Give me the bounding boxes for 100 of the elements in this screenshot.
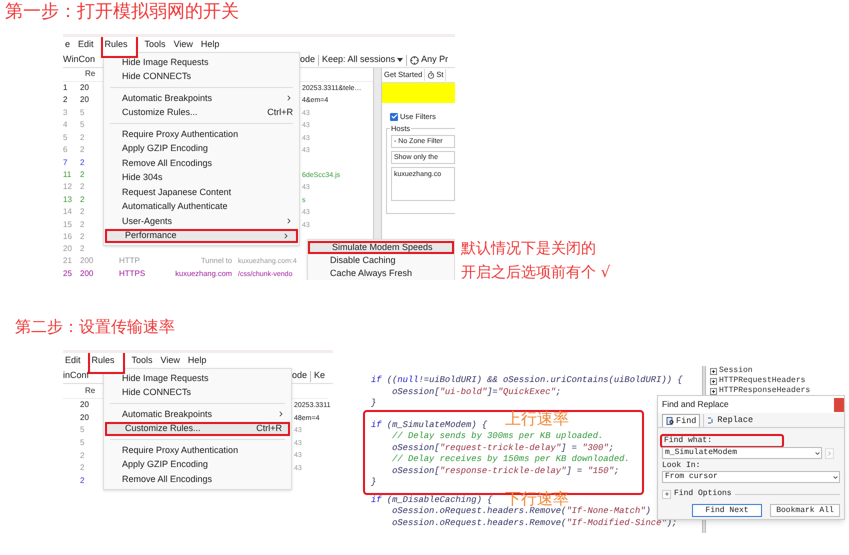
session-number: 1 [63, 82, 68, 92]
toolbar-item[interactable]: WinCon [63, 54, 96, 64]
session-number: 20 [63, 244, 72, 253]
menu-item[interactable]: Customize Rules... Ctrl+R [104, 106, 299, 120]
toolbar-item[interactable]: Ke [314, 369, 326, 383]
menu-item[interactable]: Remove All Encodings [104, 472, 291, 486]
code-line: } [371, 398, 376, 410]
annotation-label: 上行速率 [505, 408, 569, 430]
result-code: 20 [80, 400, 89, 410]
column-header: Re [85, 385, 96, 397]
session-number: 7 [63, 158, 68, 166]
session-number: 3 [63, 108, 68, 117]
session-number: 25 [63, 268, 72, 278]
result-code: 20 [80, 412, 89, 422]
session-number: 11 [63, 170, 72, 179]
field-label: Look In: [662, 460, 702, 471]
find-what-field[interactable]: m_SimulateModem [662, 447, 822, 459]
menu-bar-item[interactable]: Help [186, 354, 208, 368]
tree-item[interactable]: HTTPResponseHeaders [719, 386, 810, 396]
chevron-down-icon [832, 474, 839, 480]
result-code: 2 [80, 463, 84, 472]
session-number: 15 [63, 220, 72, 229]
result-code: 5 [80, 108, 84, 117]
find-options-label: Find Options [674, 488, 732, 500]
menu-item[interactable]: Automatic Breakpoints [104, 91, 299, 106]
code-line: if (m_SimulateModem) { [371, 420, 488, 431]
menu-item[interactable]: Require Proxy Authentication [104, 443, 291, 458]
result-code: 20 [80, 82, 89, 92]
checkbox[interactable] [390, 112, 398, 121]
menu-item[interactable]: Hide 304s [104, 170, 299, 185]
result-code: 2 [80, 476, 84, 485]
dialog-tab[interactable]: Find [662, 414, 700, 427]
menu-item[interactable]: Request Japanese Content [104, 185, 299, 200]
look-in-dropdown[interactable]: From cursor [662, 471, 840, 483]
menu-item[interactable]: User-Agents [104, 214, 299, 228]
menu-item[interactable]: Automatic Breakpoints [104, 407, 291, 422]
expand-button[interactable] [662, 490, 671, 498]
menu-item[interactable]: Apply GZIP Encoding [104, 458, 291, 472]
dialog-tab[interactable]: Replace [703, 414, 756, 427]
tree-item[interactable]: Session [719, 366, 753, 376]
plus-box-icon[interactable] [710, 388, 717, 394]
code-line: if (m_DisableCaching) { [371, 494, 492, 506]
code-line: oSession["response-trickle-delay"] = "150"; [392, 466, 620, 477]
session-number: 21 [63, 256, 72, 266]
menu-item[interactable]: Cache Always Fresh [308, 267, 454, 280]
menu-bar-item[interactable]: Tools [130, 354, 154, 368]
tree-item[interactable]: HTTPRequestHeaders [719, 376, 806, 386]
menu-item[interactable]: Require Proxy Authentication [104, 127, 299, 142]
menu-item[interactable]: Remove All Encodings [104, 156, 299, 170]
dialog-button[interactable]: Bookmark All [770, 504, 840, 517]
menu-item[interactable]: Hide CONNECTs [104, 70, 299, 84]
menu-item[interactable]: Disable Caching [308, 254, 454, 267]
plus-icon [664, 491, 670, 497]
menu-bar-item[interactable]: Edit [64, 354, 82, 368]
protocol-cell: HTTPS [119, 268, 146, 278]
dialog-button[interactable]: Find Next [692, 504, 762, 517]
result-code: 2 [80, 244, 84, 253]
result-code: 2 [80, 207, 84, 216]
result-code: 20 [80, 95, 89, 104]
toolbar-item[interactable]: ode [292, 369, 308, 383]
session-number: 14 [63, 207, 72, 216]
keep-sessions-dropdown[interactable]: Keep: All sessions [322, 53, 404, 67]
code-line: } [371, 477, 376, 488]
crosshair-icon [410, 56, 420, 64]
session-number: 4 [63, 120, 68, 130]
session-number: 5 [63, 132, 68, 142]
stopwatch-icon [427, 71, 436, 79]
menu-bar-item[interactable]: e [64, 38, 72, 52]
menu-bar-item[interactable]: Tools [144, 38, 167, 52]
toolbar-item[interactable]: inConf [63, 370, 90, 380]
dialog-title: Find and Replace [662, 398, 730, 411]
letters-icon [707, 416, 716, 424]
menu-bar-item[interactable]: Rules [100, 37, 138, 58]
menu-item[interactable]: Hide Image Requests [104, 55, 299, 70]
session-number: 13 [63, 194, 72, 204]
menu-item[interactable]: Automatically Authenticate [104, 200, 299, 214]
chevron-right-icon [277, 410, 285, 418]
menu-bar-item[interactable]: Rules [88, 353, 125, 374]
menu-item[interactable]: Customize Rules... Ctrl+R [105, 422, 290, 436]
result-code: 2 [80, 194, 84, 204]
menu-bar-item[interactable]: Edit [77, 38, 95, 52]
menu-item[interactable]: Simulate Modem Speeds [308, 241, 454, 254]
toolbar-item[interactable]: Any Pr [410, 53, 448, 67]
code-line: // Delay sends by 300ms per KB uploaded. [392, 431, 604, 442]
menu-item[interactable]: Performance [105, 228, 298, 243]
menu-item[interactable]: Hide Image Requests [104, 371, 291, 386]
menu-bar-item[interactable]: View [160, 354, 181, 368]
toolbar-item[interactable]: ode [300, 53, 316, 67]
plus-box-icon[interactable] [710, 378, 717, 384]
result-code: 5 [80, 438, 84, 448]
menu-bar-item[interactable]: Help [200, 38, 220, 52]
menu-item[interactable]: Hide CONNECTs [104, 386, 291, 400]
menu-item[interactable]: Apply GZIP Encoding [104, 142, 299, 156]
close-button[interactable] [834, 398, 844, 412]
code-line: // Delay receives by 150ms per KB downloaded. [392, 454, 630, 466]
field-label: Find what: [664, 436, 714, 446]
code-line: oSession["request-trickle-delay"] = "300"; [392, 442, 614, 454]
plus-box-icon[interactable] [710, 368, 717, 374]
code-line: oSession["ui-bold"]="QuickExec"; [392, 386, 562, 398]
menu-bar-item[interactable]: View [172, 38, 194, 52]
